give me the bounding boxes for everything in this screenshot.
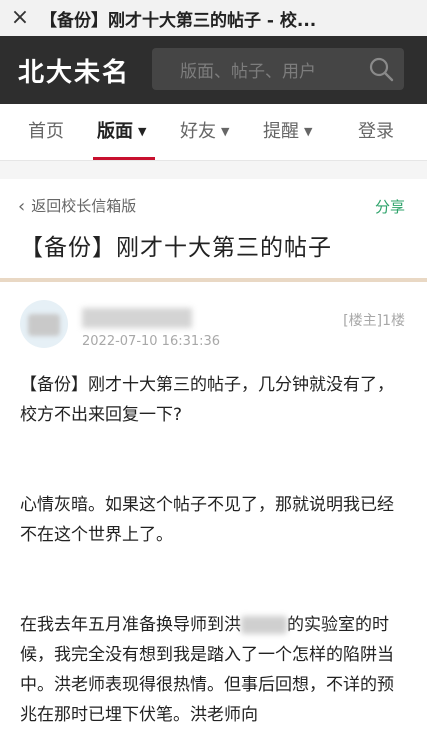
nav-label: 版面 [97, 121, 133, 142]
author-name-redacted [82, 308, 192, 328]
back-label: 返回校长信箱版 [31, 197, 137, 215]
nav-item-reminders[interactable]: 提醒 ▼ [263, 104, 312, 160]
site-logo[interactable]: 北大未名 [18, 52, 130, 89]
chevron-down-icon: ▼ [304, 125, 313, 138]
chevron-down-icon: ▼ [221, 125, 230, 138]
chevron-left-icon: ‹ [18, 196, 26, 217]
floor-label: [楼主]1楼 [343, 313, 405, 329]
search-icon[interactable] [368, 56, 394, 82]
nav-item-boards[interactable]: 版面 ▼ [97, 104, 146, 160]
chevron-down-icon: ▼ [138, 125, 147, 138]
search-input[interactable]: 版面、帖子、用户 [152, 48, 404, 90]
post-paragraph: 【备份】刚才十大第三的帖子，几分钟就没有了，校方不出来回复一下? [20, 375, 394, 425]
avatar[interactable] [20, 300, 68, 348]
main-nav: 首页 版面 ▼ 好友 ▼ 提醒 ▼ 登录 [0, 104, 427, 161]
post-paragraph: 心情灰暗。如果这个帖子不见了，那就说明我已经不在这个世界上了。 [20, 495, 394, 545]
share-button[interactable]: 分享 [375, 196, 405, 217]
paragraph-text-before: 在我去年五月准备换导师到洪 [20, 615, 241, 635]
avatar-redaction [28, 314, 60, 336]
nav-label: 提醒 [263, 121, 299, 142]
post-timestamp: 2022-07-10 16:31:36 [82, 334, 221, 349]
nav-label: 好友 [180, 121, 216, 142]
nav-item-friends[interactable]: 好友 ▼ [180, 104, 229, 160]
close-icon[interactable]: × [0, 0, 40, 36]
nav-item-login[interactable]: 登录 [358, 104, 394, 160]
section-gap [0, 161, 427, 179]
nav-label: 首页 [28, 121, 64, 142]
title-divider [0, 278, 427, 282]
back-to-board-link[interactable]: ‹ 返回校长信箱版 [18, 195, 137, 217]
site-header: 北大未名 版面、帖子、用户 [0, 36, 427, 104]
active-tab-indicator [93, 157, 155, 160]
search-placeholder: 版面、帖子、用户 [180, 61, 316, 82]
webview-title-bar: × 【备份】刚才十大第三的帖子 - 校... [0, 0, 427, 36]
nav-item-home[interactable]: 首页 [28, 104, 64, 160]
post-paragraph: 在我去年五月准备换导师到洪 的实验室的时候，我完全没有想到我是踏入了一个怎样的陷阱… [20, 610, 407, 730]
nav-label: 登录 [358, 121, 394, 142]
post-title: 【备份】刚才十大第三的帖子 [20, 235, 332, 261]
redacted-name [241, 616, 287, 634]
post-body: 【备份】刚才十大第三的帖子，几分钟就没有了，校方不出来回复一下? 心情灰暗。如果… [20, 370, 407, 730]
post-toolbar: ‹ 返回校长信箱版 分享 [0, 188, 427, 224]
webview-title: 【备份】刚才十大第三的帖子 - 校... [40, 10, 317, 31]
